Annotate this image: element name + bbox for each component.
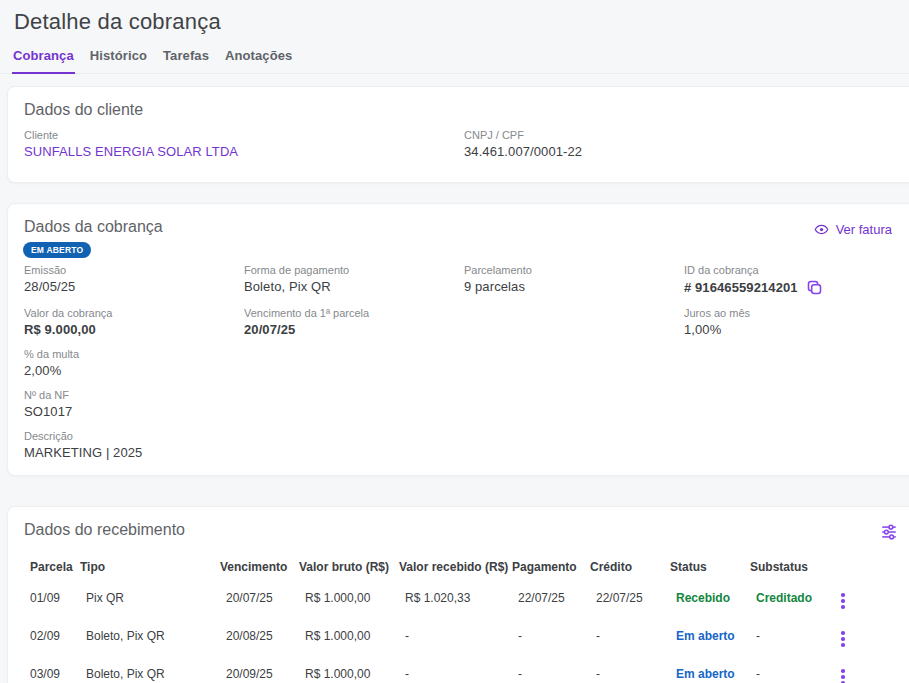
tab-bar: Cobrança Histórico Tarefas Anotações [0, 48, 909, 74]
charge-card: Dados da cobrança Ver fatura EM ABERTO E… [7, 203, 909, 476]
col-actions [838, 551, 904, 579]
tab-anotacoes[interactable]: Anotações [224, 48, 293, 73]
field-multa: % da multa 2,00% [24, 348, 244, 378]
field-label: Cliente [24, 129, 464, 141]
tab-tarefas[interactable]: Tarefas [162, 48, 210, 73]
page-title: Detalhe da cobrança [0, 0, 909, 35]
row-menu-icon[interactable] [838, 591, 848, 611]
receipt-table: Parcela Tipo Vencimento Valor bruto (R$)… [24, 551, 904, 683]
table-row: 02/09 Boleto, Pix QR 20/08/25 R$ 1.000,0… [24, 617, 904, 655]
status-cell: Recebido [670, 579, 750, 617]
status-cell: Em aberto [670, 655, 750, 683]
row-menu-icon[interactable] [838, 667, 848, 683]
eye-icon [814, 222, 829, 237]
field-label: CNPJ / CPF [464, 129, 904, 141]
tab-cobranca[interactable]: Cobrança [12, 48, 75, 74]
field-vencimento-primeira: Vencimento da 1ª parcela 20/07/25 [244, 307, 464, 337]
filter-icon[interactable] [880, 523, 898, 541]
col-parcela: Parcela [24, 551, 80, 579]
col-substatus: Substatus [750, 551, 838, 579]
field-value: 34.461.007/0001-22 [464, 144, 904, 159]
col-valor-bruto: Valor bruto (R$) [299, 551, 399, 579]
substatus-cell: - [750, 655, 838, 683]
field-descricao: Descrição MARKETING | 2025 [24, 430, 244, 460]
substatus-cell: Creditado [750, 579, 838, 617]
copy-icon[interactable] [806, 279, 823, 296]
col-status: Status [670, 551, 750, 579]
client-link[interactable]: SUNFALLS ENERGIA SOLAR LTDA [24, 144, 464, 159]
table-row: 01/09 Pix QR 20/07/25 R$ 1.000,00 R$ 1.0… [24, 579, 904, 617]
col-tipo: Tipo [80, 551, 220, 579]
col-vencimento: Vencimento [220, 551, 299, 579]
field-parcelamento: Parcelamento 9 parcelas [464, 264, 684, 296]
tab-historico[interactable]: Histórico [89, 48, 148, 73]
status-cell: Em aberto [670, 617, 750, 655]
col-pagamento: Pagamento [512, 551, 590, 579]
col-credito: Crédito [590, 551, 670, 579]
field-id-cobranca: ID da cobrança # 91646559214201 [684, 264, 904, 296]
charge-card-title: Dados da cobrança [24, 218, 163, 236]
view-invoice-button[interactable]: Ver fatura [814, 222, 892, 237]
receipt-card: Dados do recebimento Parcela Tipo Vencim… [7, 506, 909, 683]
table-header-row: Parcela Tipo Vencimento Valor bruto (R$)… [24, 551, 904, 579]
field-juros: Juros ao mês 1,00% [684, 307, 904, 337]
table-row: 03/09 Boleto, Pix QR 20/09/25 R$ 1.000,0… [24, 655, 904, 683]
row-menu-icon[interactable] [838, 629, 848, 649]
view-invoice-label: Ver fatura [836, 222, 892, 237]
field-emissao: Emissão 28/05/25 [24, 264, 244, 296]
client-card-title: Dados do cliente [24, 101, 904, 119]
status-badge: EM ABERTO [23, 242, 91, 258]
field-cnpj: CNPJ / CPF 34.461.007/0001-22 [464, 129, 904, 159]
field-forma-pagamento: Forma de pagamento Boleto, Pix QR [244, 264, 464, 296]
client-card: Dados do cliente Cliente SUNFALLS ENERGI… [7, 86, 909, 183]
receipt-card-title: Dados do recebimento [24, 521, 185, 539]
field-valor-cobranca: Valor da cobrança R$ 9.000,00 [24, 307, 244, 337]
col-valor-recebido: Valor recebido (R$) [399, 551, 512, 579]
field-nf: Nº da NF SO1017 [24, 389, 244, 419]
field-cliente: Cliente SUNFALLS ENERGIA SOLAR LTDA [24, 129, 464, 159]
substatus-cell: - [750, 617, 838, 655]
